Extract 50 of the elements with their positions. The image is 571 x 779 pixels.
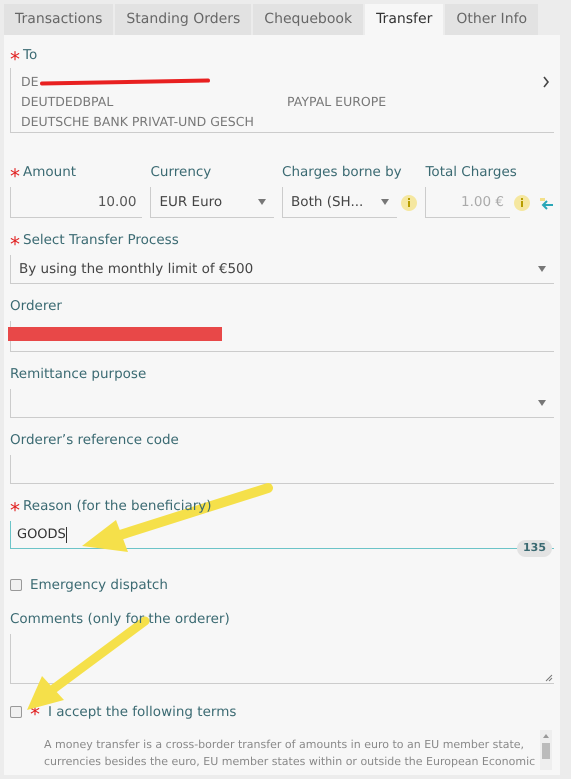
terms-text: A money transfer is a cross-border transfer of amounts in euro to an EU member state, <box>44 737 526 753</box>
total-charges-field: 1.00 € <box>425 187 510 218</box>
dropdown[interactable]: Both (SH... <box>282 187 398 218</box>
required-marker: * <box>10 234 20 250</box>
bic-text: DEUTDEDBPAL <box>21 93 114 111</box>
checkbox-label: Emergency dispatch <box>30 576 168 595</box>
scrollbar <box>540 730 552 770</box>
field-label: Select Transfer Process <box>23 230 179 250</box>
tab[interactable]: Chequebook <box>253 4 364 35</box>
text-cursor <box>66 526 67 542</box>
iban-text: DE <box>21 73 39 91</box>
field-label: Remittance purpose <box>10 364 146 384</box>
dropdown[interactable] <box>10 389 554 418</box>
amount-field[interactable]: 10.00 <box>10 187 142 218</box>
tab[interactable]: Other Info <box>445 4 538 35</box>
field-label: Orderer <box>10 296 62 316</box>
tab[interactable]: Transfer <box>365 4 444 35</box>
dropdown[interactable]: By using the monthly limit of €500 <box>10 255 554 284</box>
checkbox[interactable] <box>10 706 22 718</box>
tab[interactable]: Transactions <box>4 4 114 35</box>
field-label: Total Charges <box>425 162 517 182</box>
text-field[interactable] <box>10 455 554 484</box>
dropdown-caret-icon <box>258 199 266 205</box>
field-label: Orderer’s reference code <box>10 430 179 450</box>
field-label: Currency <box>150 162 212 182</box>
dropdown[interactable]: EUR Euro <box>150 187 274 218</box>
orderer-field[interactable] <box>10 321 554 352</box>
comments-textarea[interactable] <box>10 634 554 684</box>
required-marker: * <box>10 49 20 65</box>
resize-grip-icon <box>545 674 553 682</box>
checkbox-label: I accept the following terms <box>48 702 236 722</box>
beneficiary-name: PAYPAL EUROPE <box>287 93 386 111</box>
dropdown-caret-icon <box>538 266 546 272</box>
chevron-right-icon <box>542 76 550 88</box>
terms-text: currencies besides the euro, EU member states within or outside the European Economic <box>44 754 534 770</box>
dropdown-caret-icon <box>538 400 546 406</box>
field-label: Charges borne by <box>282 162 402 182</box>
required-marker: * <box>10 500 20 516</box>
dropdown-caret-icon <box>381 199 390 205</box>
required-marker: * <box>10 166 20 182</box>
field-label: To <box>23 46 38 65</box>
checkbox[interactable] <box>10 579 22 591</box>
info-icon[interactable] <box>401 194 418 210</box>
tab[interactable]: Standing Orders <box>115 4 252 35</box>
recipient-field[interactable]: DE DEUTDEDBPAL PAYPAL EUROPE DEUTSCHE BANK PRIVAT-UND GESCH <box>10 68 554 133</box>
character-counter: 135 <box>517 540 552 557</box>
swap-arrow-icon[interactable] <box>538 196 554 210</box>
bank-name: DEUTSCHE BANK PRIVAT-UND GESCH <box>21 113 255 131</box>
field-label: Amount <box>23 162 76 182</box>
info-icon[interactable] <box>514 194 530 210</box>
